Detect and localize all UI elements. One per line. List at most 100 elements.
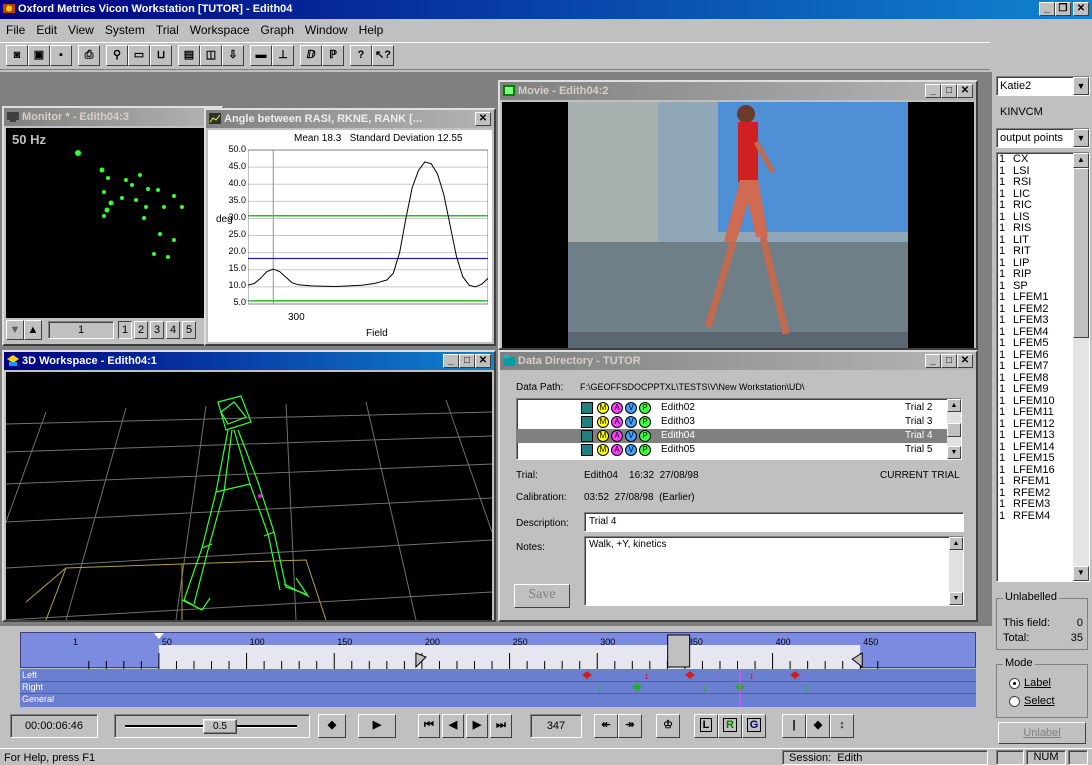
- workspace3d-window[interactable]: 3D Workspace - Edith04:1 _ □ ✕: [2, 350, 496, 622]
- crown-icon[interactable]: ♔: [656, 714, 680, 738]
- notes-scroll-down-icon[interactable]: ▼: [949, 592, 963, 605]
- next-event-icon[interactable]: ↠: [618, 714, 642, 738]
- open-icon[interactable]: ▣: [28, 45, 50, 66]
- data-directory-window[interactable]: Data Directory - TUTOR _ □ ✕ Data Path: …: [498, 350, 978, 622]
- scroll-up-arrow-icon[interactable]: ▲: [947, 399, 961, 412]
- data-directory-close-button[interactable]: ✕: [957, 354, 973, 368]
- menu-file[interactable]: File: [6, 23, 25, 39]
- context-help-icon[interactable]: ↖?: [372, 45, 394, 66]
- minimize-button[interactable]: _: [1039, 2, 1055, 16]
- trial-badge-m-icon[interactable]: M: [597, 444, 609, 456]
- graph-icon[interactable]: ▬: [250, 45, 272, 66]
- menu-view[interactable]: View: [68, 23, 94, 39]
- speed-slider-thumb[interactable]: 0.5: [203, 719, 237, 734]
- speed-slider[interactable]: 0.5: [114, 714, 310, 738]
- workspace3d-maximize-button[interactable]: □: [459, 354, 475, 368]
- trial-row[interactable]: M A V P Edith03 Trial 3: [517, 415, 947, 429]
- timeline[interactable]: 1 50 100 150 200 250 300 350 400 450: [20, 632, 976, 669]
- menu-window[interactable]: Window: [305, 23, 348, 39]
- trial-badge-a-icon[interactable]: A: [611, 430, 623, 442]
- help-icon[interactable]: ?: [350, 45, 372, 66]
- trial-badge-v-icon[interactable]: V: [625, 444, 637, 456]
- menu-trial[interactable]: Trial: [156, 23, 179, 39]
- step-both-icon[interactable]: ◆: [318, 714, 346, 738]
- new-icon[interactable]: ◙: [6, 45, 28, 66]
- trial-row[interactable]: M A V P Edith05 Trial 5: [517, 443, 947, 457]
- trial-badge-v-icon[interactable]: V: [625, 416, 637, 428]
- next-frame-icon[interactable]: ▶: [466, 714, 488, 738]
- list-mode-select[interactable]: output points ▼: [996, 128, 1090, 148]
- pipeline-icon[interactable]: ▤: [178, 45, 200, 66]
- trial-badge-a-icon[interactable]: A: [611, 416, 623, 428]
- close-button[interactable]: ✕: [1073, 2, 1089, 16]
- monitor-icon[interactable]: ▭: [128, 45, 150, 66]
- monitor-page-4[interactable]: 4: [166, 321, 180, 339]
- description-field[interactable]: Trial 4: [584, 512, 964, 532]
- prev-frame-icon[interactable]: ◀: [442, 714, 464, 738]
- menu-system[interactable]: System: [105, 23, 145, 39]
- marker-scroll-up-icon[interactable]: ▲: [1073, 153, 1089, 168]
- mode-select-radio[interactable]: Select: [1009, 695, 1055, 707]
- monitor-page-1[interactable]: 1: [118, 321, 132, 339]
- trial-list[interactable]: M A V P Edith02 Trial 2 M A V P Edith03 Trial 3MAVP…: [516, 398, 962, 460]
- movie-maximize-button[interactable]: □: [941, 84, 957, 98]
- menu-workspace[interactable]: Workspace: [190, 23, 250, 39]
- foot-strike-icon[interactable]: |: [782, 714, 806, 738]
- movie-minimize-button[interactable]: _: [925, 84, 941, 98]
- subject-dropdown-icon[interactable]: ▼: [1073, 77, 1089, 95]
- trial-badge-v-icon[interactable]: V: [625, 430, 637, 442]
- movie-close-button[interactable]: ✕: [957, 84, 973, 98]
- trial-badge-p-icon[interactable]: P: [639, 430, 651, 442]
- unlabel-button[interactable]: Unlabel: [998, 722, 1086, 744]
- monitor-view[interactable]: 50 Hz: [6, 128, 222, 318]
- scroll-down-arrow-icon[interactable]: ▼: [947, 446, 961, 459]
- monitor-page-2[interactable]: 2: [134, 321, 148, 339]
- save-icon[interactable]: ▪: [50, 45, 72, 66]
- export-icon[interactable]: ⇩: [222, 45, 244, 66]
- trial-row[interactable]: M A V P Edith02 Trial 2: [517, 401, 947, 415]
- capture-icon[interactable]: ⊔: [150, 45, 172, 66]
- menu-edit[interactable]: Edit: [36, 23, 57, 39]
- event-track[interactable]: Left Right General ɪɪ ɪɪɪ: [20, 669, 976, 707]
- notes-scrollbar[interactable]: ▲ ▼: [949, 537, 963, 605]
- marker-list[interactable]: 1 CX 1 LSI 1 RSI 1 LIC 1 RIC 1 LIS 1 RIS 1 LIT 1 RIT 1 LIP 1…: [996, 152, 1090, 582]
- general-marker-icon[interactable]: ↕: [830, 714, 854, 738]
- frame-display[interactable]: 347: [530, 714, 582, 738]
- workspace3d-minimize-button[interactable]: _: [443, 354, 459, 368]
- reconstruct-icon[interactable]: ⅅ: [300, 45, 322, 66]
- label-icon[interactable]: ℙ: [322, 45, 344, 66]
- axis-icon[interactable]: ⊥: [272, 45, 294, 66]
- trial-badge-a-icon[interactable]: A: [611, 444, 623, 456]
- menu-graph[interactable]: Graph: [261, 23, 294, 39]
- right-event-button[interactable]: R: [718, 714, 742, 738]
- trial-badge-p-icon[interactable]: P: [639, 444, 651, 456]
- marker-scroll-thumb[interactable]: [1073, 168, 1089, 338]
- trial-list-scrollbar[interactable]: ▲ ▼: [947, 399, 961, 459]
- run-icon[interactable]: ⚲: [106, 45, 128, 66]
- save-trial-button[interactable]: Save: [514, 584, 570, 608]
- data-directory-minimize-button[interactable]: _: [925, 354, 941, 368]
- monitor-page-5[interactable]: 5: [182, 321, 196, 339]
- marker-list-scrollbar[interactable]: ▲ ▼: [1073, 153, 1089, 581]
- notes-scroll-up-icon[interactable]: ▲: [949, 537, 963, 550]
- restore-button[interactable]: ❐: [1055, 2, 1071, 16]
- monitor-window[interactable]: Monitor * - Edith04:3 50 Hz ▼ ▲ 1 1 2 3 …: [2, 106, 224, 346]
- camera-icon[interactable]: ◫: [200, 45, 222, 66]
- print-icon[interactable]: ⎙: [78, 45, 100, 66]
- trial-badge-v-icon[interactable]: V: [625, 402, 637, 414]
- monitor-page-3[interactable]: 3: [150, 321, 164, 339]
- menu-help[interactable]: Help: [359, 23, 384, 39]
- workspace3d-close-button[interactable]: ✕: [475, 354, 491, 368]
- movie-view[interactable]: [502, 102, 974, 348]
- left-event-button[interactable]: L: [694, 714, 718, 738]
- monitor-up-button[interactable]: ▲: [24, 320, 42, 340]
- monitor-frame-field[interactable]: 1: [48, 321, 114, 339]
- marker-scroll-down-icon[interactable]: ▼: [1073, 566, 1089, 581]
- trial-badge-p-icon[interactable]: P: [639, 402, 651, 414]
- mode-label-radio[interactable]: Label: [1009, 677, 1051, 689]
- workspace3d-view[interactable]: [6, 372, 492, 620]
- last-frame-icon[interactable]: ⏭: [490, 714, 512, 738]
- trial-badge-a-icon[interactable]: A: [611, 402, 623, 414]
- trial-list-scroll-thumb[interactable]: [947, 423, 961, 437]
- movie-window[interactable]: Movie - Edith04:2 _ □ ✕: [498, 80, 978, 350]
